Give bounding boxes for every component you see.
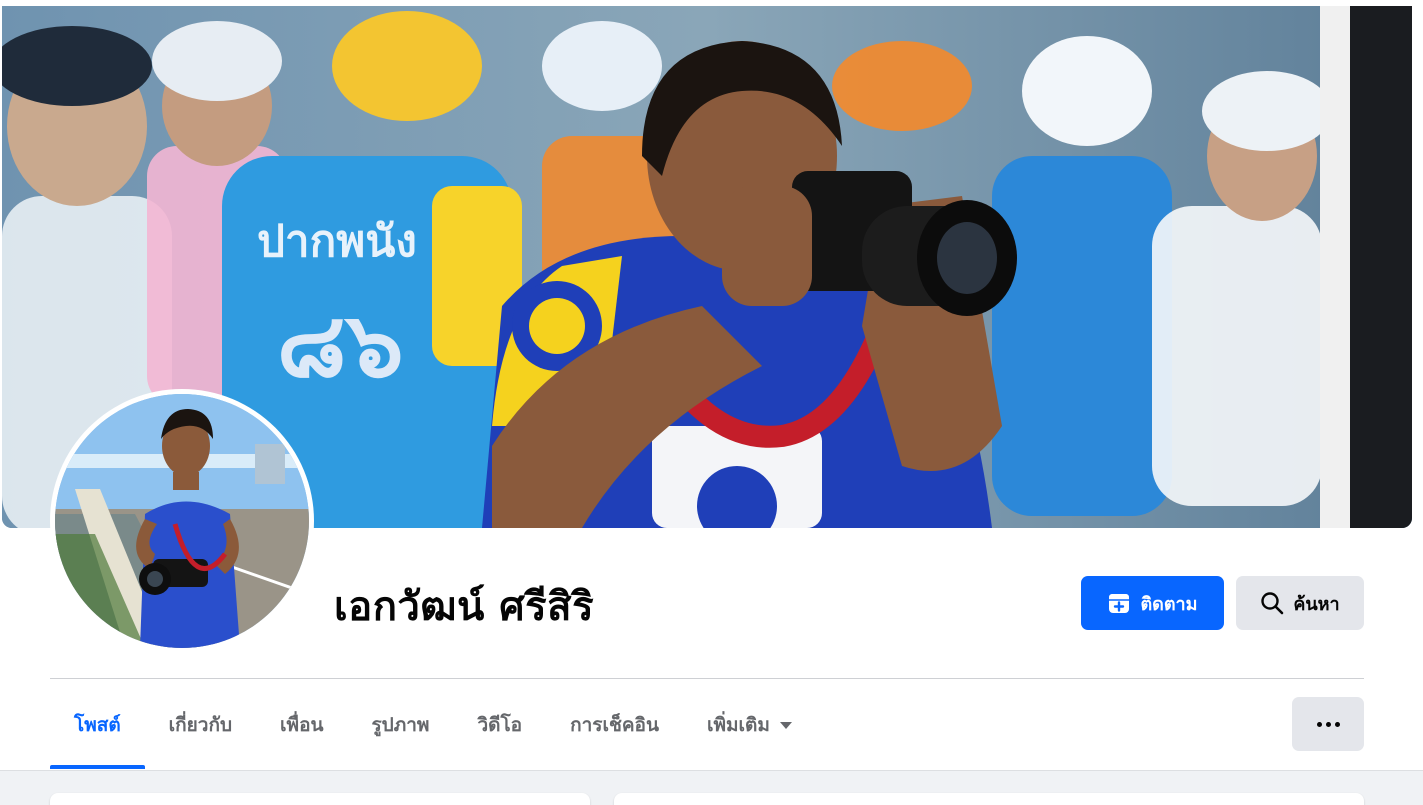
tab-more[interactable]: เพิ่มเติม	[683, 680, 816, 769]
three-dots-icon	[1325, 721, 1331, 727]
tab-label: รูปภาพ	[371, 713, 430, 736]
caret-down-icon	[779, 722, 792, 729]
search-button-label: ค้นหา	[1293, 593, 1340, 615]
user-plus-badge-icon	[1109, 594, 1130, 613]
tab-photos[interactable]: รูปภาพ	[347, 680, 453, 769]
tab-posts[interactable]: โพสต์	[50, 680, 145, 769]
tab-label: เกี่ยวกับ	[168, 713, 233, 736]
three-dots-icon	[1316, 721, 1322, 727]
magnifier-icon	[1261, 592, 1284, 615]
tab-checkins[interactable]: การเช็คอิน	[546, 680, 683, 769]
profile-more-button[interactable]	[1292, 697, 1364, 751]
profile-tabs: โพสต์ เกี่ยวกับ เพื่อน รูปภาพ วิดีโอ การ…	[50, 680, 816, 769]
follow-button[interactable]: ติดตาม	[1081, 576, 1224, 630]
search-button[interactable]: ค้นหา	[1236, 576, 1364, 630]
avatar-illustration	[55, 394, 309, 648]
tab-videos[interactable]: วิดีโอ	[453, 680, 546, 769]
tab-label: วิดีโอ	[477, 713, 523, 736]
follow-button-label: ติดตาม	[1140, 593, 1198, 615]
profile-name: เอกวัฒน์ ศรีสิริ	[334, 584, 595, 630]
avatar-photo	[55, 394, 309, 648]
profile-avatar[interactable]	[50, 389, 314, 653]
tab-label: เพิ่มเติม	[706, 713, 770, 736]
tab-about[interactable]: เกี่ยวกับ	[145, 680, 256, 769]
tab-label: โพสต์	[74, 713, 121, 736]
tab-label: เพื่อน	[280, 713, 324, 736]
tab-friends[interactable]: เพื่อน	[256, 680, 347, 769]
profile-page: ปากพนัง ๘๖ เอกวัฒน์ ศรีสิริ ติดตาม ค้นหา…	[0, 0, 1423, 805]
profile-header-divider	[50, 678, 1364, 679]
svg-text:ปากพนัง: ปากพนัง	[257, 216, 417, 267]
three-dots-icon	[1334, 721, 1340, 727]
intro-card	[50, 793, 590, 805]
composer-card	[614, 793, 1364, 805]
svg-text:๘๖: ๘๖	[277, 293, 404, 398]
tab-label: การเช็คอิน	[570, 713, 659, 736]
